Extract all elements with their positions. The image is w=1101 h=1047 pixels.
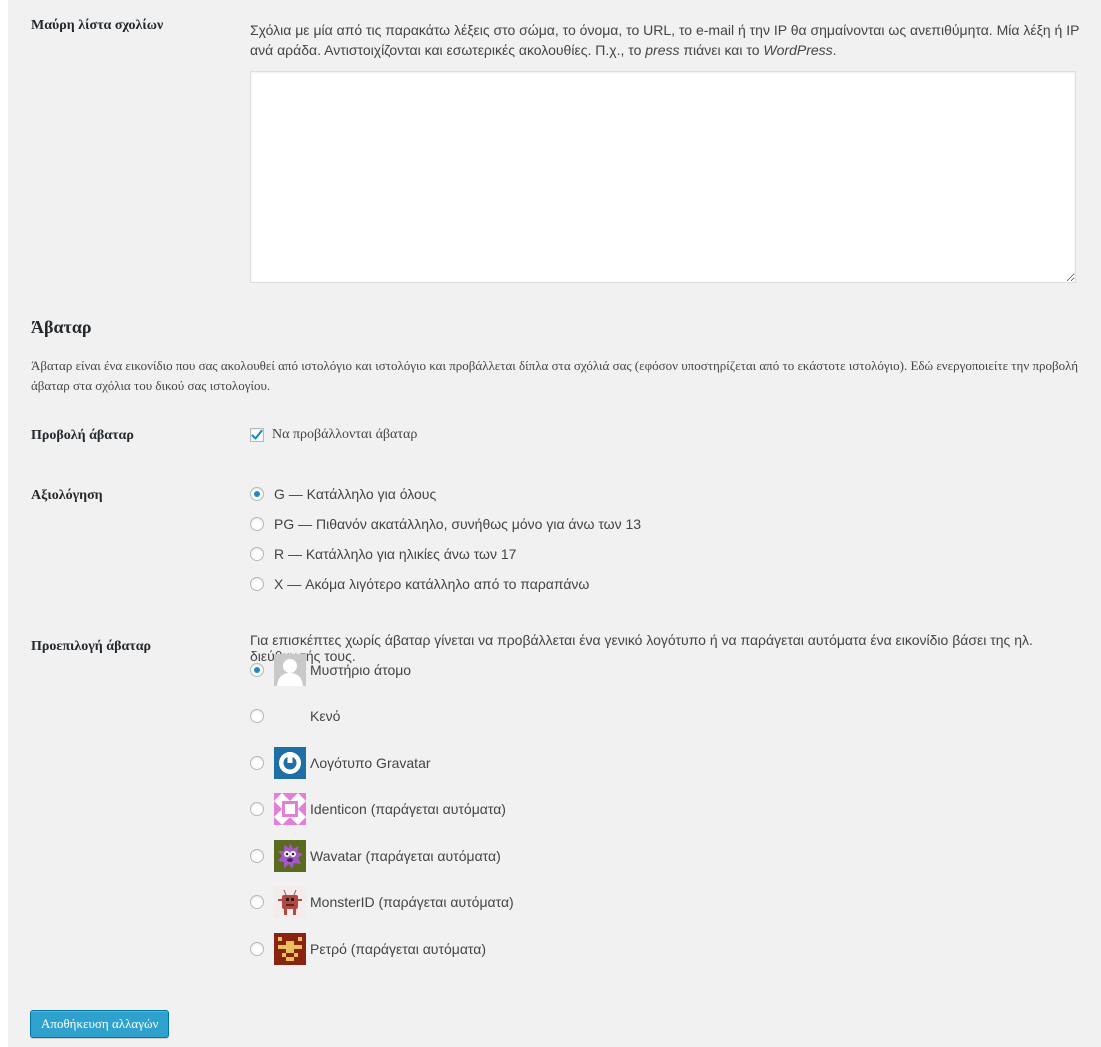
radio-selected-dot bbox=[254, 491, 260, 497]
default-avatar-label: Προεπιλογή άβαταρ bbox=[31, 639, 152, 654]
default-avatar-option-retro[interactable]: Ρετρό (παράγεται αυτόματα) bbox=[250, 933, 486, 965]
default-avatar-option-label: Identicon (παράγεται αυτόματα) bbox=[310, 801, 506, 817]
default-avatar-option-identicon[interactable]: Identicon (παράγεται αυτόματα) bbox=[250, 793, 506, 825]
save-changes-button[interactable]: Αποθήκευση αλλαγών bbox=[30, 1010, 170, 1038]
default-avatar-radio-wavatar[interactable] bbox=[250, 849, 264, 863]
blacklist-description-em-1: press bbox=[645, 42, 680, 58]
default-avatar-option-monsterid[interactable]: MonsterID (παράγεται αυτόματα) bbox=[250, 886, 514, 918]
rating-radio-x[interactable] bbox=[250, 577, 264, 591]
show-avatars-checkbox[interactable] bbox=[250, 428, 264, 442]
default-avatar-option-label: Μυστήριο άτομο bbox=[310, 662, 412, 678]
show-avatars-option[interactable]: Να προβάλλονται άβαταρ bbox=[250, 424, 417, 446]
default-avatar-option-mystery[interactable]: Μυστήριο άτομο bbox=[250, 654, 411, 686]
blacklist-textarea[interactable] bbox=[250, 71, 1076, 283]
avatars-section-title: Άβαταρ bbox=[31, 317, 92, 337]
default-avatar-radio-blank[interactable] bbox=[250, 709, 264, 723]
blacklist-description-text-2: πιάνει και το bbox=[679, 42, 764, 58]
rating-option-label: G — Κατάλληλο για όλους bbox=[274, 486, 437, 502]
rating-radio-pg[interactable] bbox=[250, 517, 264, 531]
radio-selected-dot bbox=[254, 667, 260, 673]
rating-option-r[interactable]: R — Κατάλληλο για ηλικίες άνω των 17 bbox=[250, 543, 516, 565]
default-avatar-radio-retro[interactable] bbox=[250, 942, 264, 956]
rating-option-pg[interactable]: PG — Πιθανόν ακατάλληλο, συνήθως μόνο γι… bbox=[250, 513, 641, 535]
identicon-icon bbox=[274, 793, 306, 825]
rating-option-label: X — Ακόμα λιγότερο κατάλληλο από το παρα… bbox=[274, 576, 590, 592]
avatars-section-description: Άβαταρ είναι ένα εικονίδιο που σας ακολο… bbox=[31, 358, 1079, 393]
rating-option-label: PG — Πιθανόν ακατάλληλο, συνήθως μόνο γι… bbox=[274, 516, 642, 532]
gravatar-logo-icon bbox=[274, 747, 306, 779]
retro-icon bbox=[274, 933, 306, 965]
show-avatars-label: Προβολή άβαταρ bbox=[31, 428, 134, 443]
rating-radio-r[interactable] bbox=[250, 547, 264, 561]
blacklist-description: Σχόλια με μία από τις παρακάτω λέξεις στ… bbox=[250, 20, 1085, 60]
default-avatar-option-label: Wavatar (παράγεται αυτόματα) bbox=[310, 848, 501, 864]
default-avatar-option-label: Ρετρό (παράγεται αυτόματα) bbox=[310, 941, 487, 957]
rating-option-label: R — Κατάλληλο για ηλικίες άνω των 17 bbox=[274, 546, 517, 562]
blacklist-description-em-2: WordPress bbox=[763, 42, 833, 58]
default-avatar-radio-gravatar[interactable] bbox=[250, 756, 264, 770]
rating-option-g[interactable]: G — Κατάλληλο για όλους bbox=[250, 483, 436, 505]
default-avatar-radio-monsterid[interactable] bbox=[250, 895, 264, 909]
rating-radio-g[interactable] bbox=[250, 487, 264, 501]
default-avatar-radio-mystery[interactable] bbox=[250, 663, 264, 677]
mystery-person-icon bbox=[274, 654, 306, 686]
default-avatar-option-label: Κενό bbox=[310, 708, 341, 724]
wavatar-icon bbox=[274, 840, 306, 872]
blank-icon bbox=[274, 700, 306, 732]
default-avatar-option-label: Λογότυπο Gravatar bbox=[310, 755, 431, 771]
checkmark-icon bbox=[251, 429, 263, 440]
default-avatar-option-gravatar[interactable]: Λογότυπο Gravatar bbox=[250, 747, 431, 779]
blacklist-description-block: Σχόλια με μία από τις παρακάτω λέξεις στ… bbox=[250, 20, 1085, 60]
settings-page: Μαύρη λίστα σχολίων Σχόλια με μία από τι… bbox=[8, 0, 1101, 1047]
rating-label: Αξιολόγηση bbox=[31, 488, 103, 503]
blacklist-description-text-3: . bbox=[832, 42, 837, 58]
default-avatar-radio-identicon[interactable] bbox=[250, 802, 264, 816]
rating-option-x[interactable]: X — Ακόμα λιγότερο κατάλληλο από το παρα… bbox=[250, 573, 589, 595]
monsterid-icon bbox=[274, 886, 306, 918]
blacklist-label: Μαύρη λίστα σχολίων bbox=[31, 18, 164, 33]
default-avatar-option-label: MonsterID (παράγεται αυτόματα) bbox=[310, 894, 514, 910]
default-avatar-option-wavatar[interactable]: Wavatar (παράγεται αυτόματα) bbox=[250, 840, 501, 872]
default-avatar-option-blank[interactable]: Κενό bbox=[250, 700, 340, 732]
show-avatars-checkbox-label: Να προβάλλονται άβαταρ bbox=[272, 427, 418, 442]
